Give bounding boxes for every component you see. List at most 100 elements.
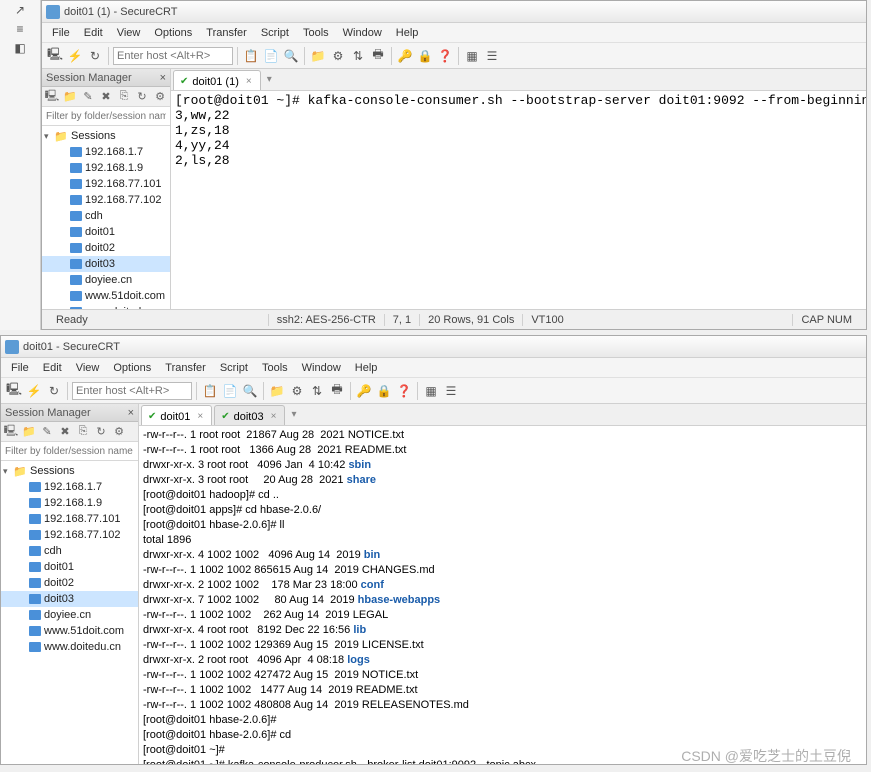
tab-doit03[interactable]: ✔doit03×: [214, 405, 285, 425]
session-item[interactable]: doit03: [1, 591, 138, 607]
key-icon[interactable]: 🔑: [355, 382, 373, 400]
menu-window[interactable]: Window: [337, 25, 388, 41]
close-icon[interactable]: ×: [160, 72, 166, 84]
list-icon[interactable]: ☰: [483, 47, 501, 65]
new-folder-icon[interactable]: 📁: [21, 424, 37, 440]
terminal[interactable]: [root@doit01 ~]# kafka-console-consumer.…: [171, 91, 866, 309]
session-item[interactable]: 192.168.1.7: [42, 144, 170, 160]
options-icon[interactable]: ⚙: [329, 47, 347, 65]
session-item[interactable]: 192.168.77.101: [1, 511, 138, 527]
print-icon[interactable]: 🖶: [328, 382, 346, 400]
quick-connect-icon[interactable]: ⚡: [25, 382, 43, 400]
menu-view[interactable]: View: [70, 360, 106, 376]
session-item[interactable]: doit03: [42, 256, 170, 272]
menu-file[interactable]: File: [5, 360, 35, 376]
session-item[interactable]: doyiee.cn: [42, 272, 170, 288]
host-input[interactable]: [72, 382, 192, 400]
session-item[interactable]: www.51doit.com: [42, 288, 170, 304]
session-icon[interactable]: 📁: [268, 382, 286, 400]
connect-icon[interactable]: 🖳: [5, 382, 23, 400]
close-icon[interactable]: ×: [246, 76, 252, 87]
menu-help[interactable]: Help: [349, 360, 384, 376]
properties-icon[interactable]: ✎: [80, 89, 96, 105]
transfer-icon[interactable]: ⇅: [349, 47, 367, 65]
session-item[interactable]: doyiee.cn: [1, 607, 138, 623]
delete-icon[interactable]: ✖: [98, 89, 114, 105]
menu-transfer[interactable]: Transfer: [159, 360, 212, 376]
close-icon[interactable]: ×: [197, 411, 203, 422]
titlebar[interactable]: doit01 (1) - SecureCRT: [42, 1, 866, 23]
paste-icon[interactable]: 📄: [221, 382, 239, 400]
session-item[interactable]: doit01: [42, 224, 170, 240]
reconnect-icon[interactable]: ↻: [86, 47, 104, 65]
grid-icon[interactable]: ▦: [422, 382, 440, 400]
find-icon[interactable]: 🔍: [282, 47, 300, 65]
copy-icon[interactable]: 📋: [242, 47, 260, 65]
tree-root-sessions[interactable]: ▾Sessions: [1, 463, 138, 479]
session-item[interactable]: doit02: [42, 240, 170, 256]
session-item[interactable]: doit02: [1, 575, 138, 591]
terminal[interactable]: -rw-r--r--. 1 root root 21867 Aug 28 202…: [139, 426, 866, 764]
menu-options[interactable]: Options: [107, 360, 157, 376]
key-icon[interactable]: 🔑: [396, 47, 414, 65]
session-item[interactable]: 192.168.1.9: [1, 495, 138, 511]
menu-edit[interactable]: Edit: [78, 25, 109, 41]
tree-root-sessions[interactable]: ▾Sessions: [42, 128, 170, 144]
session-item[interactable]: doit01: [1, 559, 138, 575]
settings-icon[interactable]: ⚙: [111, 424, 127, 440]
chevron-down-icon[interactable]: ▾: [291, 409, 296, 420]
strip-icon[interactable]: ≡: [12, 22, 28, 38]
new-session-icon[interactable]: 🖳: [44, 89, 60, 105]
menu-script[interactable]: Script: [255, 25, 295, 41]
new-folder-icon[interactable]: 📁: [62, 89, 78, 105]
transfer-icon[interactable]: ⇅: [308, 382, 326, 400]
menu-window[interactable]: Window: [296, 360, 347, 376]
strip-icon[interactable]: ◧: [12, 41, 28, 57]
tab-doit01[interactable]: ✔doit01×: [141, 405, 212, 425]
titlebar[interactable]: doit01 - SecureCRT: [1, 336, 866, 358]
session-item[interactable]: 192.168.77.102: [1, 527, 138, 543]
session-manager-header[interactable]: Session Manager ×: [42, 69, 170, 87]
lock-icon[interactable]: 🔒: [375, 382, 393, 400]
strip-icon[interactable]: ↗: [12, 3, 28, 19]
menu-help[interactable]: Help: [390, 25, 425, 41]
refresh-icon[interactable]: ↻: [93, 424, 109, 440]
session-item[interactable]: 192.168.77.101: [42, 176, 170, 192]
menu-tools[interactable]: Tools: [256, 360, 294, 376]
session-icon[interactable]: 📁: [309, 47, 327, 65]
delete-icon[interactable]: ✖: [57, 424, 73, 440]
menu-tools[interactable]: Tools: [297, 25, 335, 41]
session-item[interactable]: 192.168.1.9: [42, 160, 170, 176]
paste-icon[interactable]: 📄: [262, 47, 280, 65]
filter-input[interactable]: [42, 107, 170, 125]
help-icon[interactable]: ❓: [395, 382, 413, 400]
connect-icon[interactable]: 🖳: [46, 47, 64, 65]
session-item[interactable]: www.doitedu.cn: [1, 639, 138, 655]
close-icon[interactable]: ×: [271, 411, 277, 422]
tab-doit01[interactable]: ✔ doit01 (1) ×: [173, 70, 261, 90]
list-icon[interactable]: ☰: [442, 382, 460, 400]
properties-icon[interactable]: ✎: [39, 424, 55, 440]
new-session-icon[interactable]: 🖳: [3, 424, 19, 440]
menu-file[interactable]: File: [46, 25, 76, 41]
session-manager-header[interactable]: Session Manager ×: [1, 404, 138, 422]
host-input[interactable]: [113, 47, 233, 65]
quick-connect-icon[interactable]: ⚡: [66, 47, 84, 65]
session-item[interactable]: cdh: [1, 543, 138, 559]
menu-script[interactable]: Script: [214, 360, 254, 376]
grid-icon[interactable]: ▦: [463, 47, 481, 65]
reconnect-icon[interactable]: ↻: [45, 382, 63, 400]
session-item[interactable]: 192.168.77.102: [42, 192, 170, 208]
copy-icon[interactable]: ⎘: [75, 424, 91, 440]
chevron-down-icon[interactable]: ▾: [267, 74, 272, 85]
settings-icon[interactable]: ⚙: [152, 89, 168, 105]
close-icon[interactable]: ×: [128, 407, 134, 419]
menu-edit[interactable]: Edit: [37, 360, 68, 376]
filter-input[interactable]: [1, 442, 138, 460]
help-icon[interactable]: ❓: [436, 47, 454, 65]
find-icon[interactable]: 🔍: [241, 382, 259, 400]
menu-view[interactable]: View: [111, 25, 147, 41]
print-icon[interactable]: 🖶: [369, 47, 387, 65]
copy-icon[interactable]: ⎘: [116, 89, 132, 105]
refresh-icon[interactable]: ↻: [134, 89, 150, 105]
